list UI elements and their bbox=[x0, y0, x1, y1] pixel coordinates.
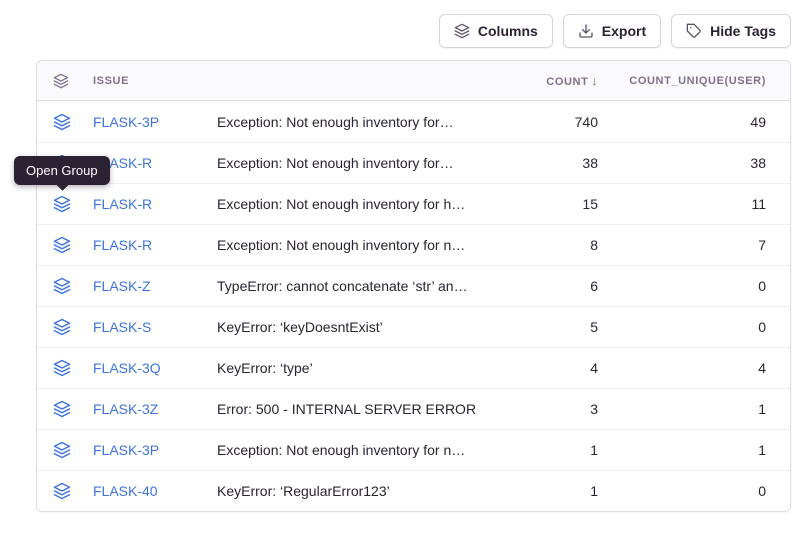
issue-title: Error: 500 - INTERNAL SERVER ERROR bbox=[217, 401, 502, 417]
count-value: 38 bbox=[502, 155, 598, 171]
count-unique-value: 0 bbox=[598, 483, 766, 499]
table-row: FLASK-R Exception: Not enough inventory … bbox=[37, 183, 790, 224]
count-value: 8 bbox=[502, 237, 598, 253]
columns-button-label: Columns bbox=[478, 23, 538, 39]
issue-stack-icon[interactable] bbox=[53, 441, 93, 459]
issue-stack-icon[interactable] bbox=[53, 482, 93, 500]
issue-stack-icon[interactable] bbox=[53, 113, 93, 131]
issue-link[interactable]: FLASK-Z bbox=[93, 278, 217, 294]
issue-stack-icon[interactable] bbox=[53, 359, 93, 377]
table-body: FLASK-3P Exception: Not enough inventory… bbox=[37, 101, 790, 511]
table-row: FLASK-3Q KeyError: ‘type’ 4 4 bbox=[37, 347, 790, 388]
issue-stack-icon[interactable] bbox=[53, 195, 93, 213]
count-unique-value: 1 bbox=[598, 442, 766, 458]
table-row: FLASK-3P Exception: Not enough inventory… bbox=[37, 429, 790, 470]
issue-title: Exception: Not enough inventory for… bbox=[217, 114, 502, 130]
count-column-header[interactable]: COUNT↓ bbox=[502, 74, 598, 88]
layers-icon bbox=[454, 23, 470, 39]
table-row: FLASK-R Exception: Not enough inventory … bbox=[37, 142, 790, 183]
table-row: FLASK-3P Exception: Not enough inventory… bbox=[37, 101, 790, 142]
issue-link[interactable]: FLASK-3Q bbox=[93, 360, 217, 376]
issue-link[interactable]: FLASK-R bbox=[93, 196, 217, 212]
table-header: ISSUE COUNT↓ COUNT_UNIQUE(USER) bbox=[37, 61, 790, 101]
export-button-label: Export bbox=[602, 23, 646, 39]
issue-link[interactable]: FLASK-R bbox=[93, 155, 217, 171]
count-value: 1 bbox=[502, 442, 598, 458]
issue-link[interactable]: FLASK-3Z bbox=[93, 401, 217, 417]
count-unique-value: 0 bbox=[598, 319, 766, 335]
issue-title: Exception: Not enough inventory for h… bbox=[217, 196, 502, 212]
count-unique-column-header[interactable]: COUNT_UNIQUE(USER) bbox=[598, 75, 766, 87]
count-value: 15 bbox=[502, 196, 598, 212]
count-value: 3 bbox=[502, 401, 598, 417]
issue-stack-icon[interactable] bbox=[53, 236, 93, 254]
hide-tags-button[interactable]: Hide Tags bbox=[671, 14, 791, 48]
issue-title: KeyError: ‘type’ bbox=[217, 360, 502, 376]
count-unique-value: 49 bbox=[598, 114, 766, 130]
toolbar: Columns Export Hide Tags bbox=[439, 14, 791, 48]
table-row: FLASK-R Exception: Not enough inventory … bbox=[37, 224, 790, 265]
issue-link[interactable]: FLASK-S bbox=[93, 319, 217, 335]
open-group-tooltip: Open Group bbox=[14, 156, 110, 185]
issue-link[interactable]: FLASK-40 bbox=[93, 483, 217, 499]
issues-page: Columns Export Hide Tags bbox=[0, 0, 807, 538]
issue-header-stack-icon bbox=[53, 73, 93, 89]
count-unique-value: 7 bbox=[598, 237, 766, 253]
issue-title: TypeError: cannot concatenate ‘str’ an… bbox=[217, 278, 502, 294]
issue-title: Exception: Not enough inventory for… bbox=[217, 155, 502, 171]
issue-link[interactable]: FLASK-3P bbox=[93, 114, 217, 130]
count-value: 740 bbox=[502, 114, 598, 130]
count-unique-value: 38 bbox=[598, 155, 766, 171]
export-button[interactable]: Export bbox=[563, 14, 661, 48]
count-value: 5 bbox=[502, 319, 598, 335]
issue-stack-icon[interactable] bbox=[53, 400, 93, 418]
issue-stack-icon[interactable] bbox=[53, 318, 93, 336]
columns-button[interactable]: Columns bbox=[439, 14, 553, 48]
issue-link[interactable]: FLASK-3P bbox=[93, 442, 217, 458]
issue-stack-icon[interactable] bbox=[53, 277, 93, 295]
count-value: 1 bbox=[502, 483, 598, 499]
table-row: FLASK-S KeyError: ‘keyDoesntExist’ 5 0 bbox=[37, 306, 790, 347]
count-value: 6 bbox=[502, 278, 598, 294]
sort-desc-arrow-icon: ↓ bbox=[591, 74, 598, 88]
count-unique-value: 11 bbox=[598, 196, 766, 212]
table-row: FLASK-3Z Error: 500 - INTERNAL SERVER ER… bbox=[37, 388, 790, 429]
issue-title: Exception: Not enough inventory for n… bbox=[217, 237, 502, 253]
count-unique-value: 0 bbox=[598, 278, 766, 294]
tooltip-text: Open Group bbox=[26, 163, 98, 178]
issue-column-header[interactable]: ISSUE bbox=[93, 75, 217, 87]
tag-icon bbox=[686, 23, 702, 39]
hide-tags-button-label: Hide Tags bbox=[710, 23, 776, 39]
issue-title: Exception: Not enough inventory for n… bbox=[217, 442, 502, 458]
count-unique-value: 4 bbox=[598, 360, 766, 376]
table-row: FLASK-40 KeyError: ‘RegularError123’ 1 0 bbox=[37, 470, 790, 511]
count-unique-value: 1 bbox=[598, 401, 766, 417]
download-icon bbox=[578, 23, 594, 39]
count-column-header-label: COUNT bbox=[546, 76, 588, 88]
issue-link[interactable]: FLASK-R bbox=[93, 237, 217, 253]
count-value: 4 bbox=[502, 360, 598, 376]
issues-table: ISSUE COUNT↓ COUNT_UNIQUE(USER) FLASK-3P… bbox=[36, 60, 791, 512]
issue-title: KeyError: ‘RegularError123’ bbox=[217, 483, 502, 499]
issue-title: KeyError: ‘keyDoesntExist’ bbox=[217, 319, 502, 335]
table-row: FLASK-Z TypeError: cannot concatenate ‘s… bbox=[37, 265, 790, 306]
